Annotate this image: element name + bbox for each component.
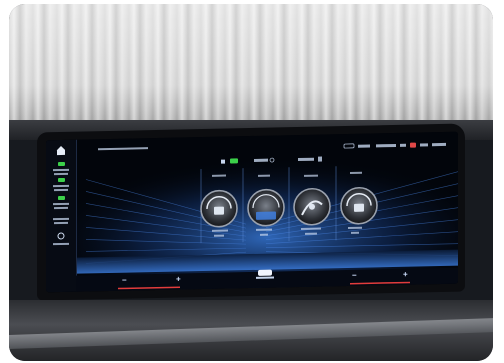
ac-indicator[interactable] bbox=[230, 158, 238, 164]
right-temp-minus-button[interactable]: − bbox=[352, 271, 357, 280]
dial-3[interactable] bbox=[293, 187, 331, 226]
dial-4[interactable] bbox=[340, 186, 378, 225]
dial-2[interactable] bbox=[247, 188, 285, 227]
left-temp-plus-button[interactable]: + bbox=[176, 274, 181, 283]
screen-art bbox=[46, 131, 458, 293]
climate-screen: − + − + bbox=[46, 131, 458, 293]
right-temp-plus-button[interactable]: + bbox=[403, 270, 408, 279]
curtain-background bbox=[9, 4, 493, 129]
seat-heat-icon[interactable] bbox=[256, 269, 274, 279]
sidebar-indicator-1 bbox=[58, 161, 65, 167]
sidebar-indicator-2 bbox=[58, 177, 65, 183]
dashboard-photo: − + − + bbox=[9, 4, 493, 361]
left-temp-minus-button[interactable]: − bbox=[122, 276, 127, 285]
sidebar-indicator-3 bbox=[58, 195, 65, 201]
dial-1[interactable] bbox=[200, 189, 238, 228]
